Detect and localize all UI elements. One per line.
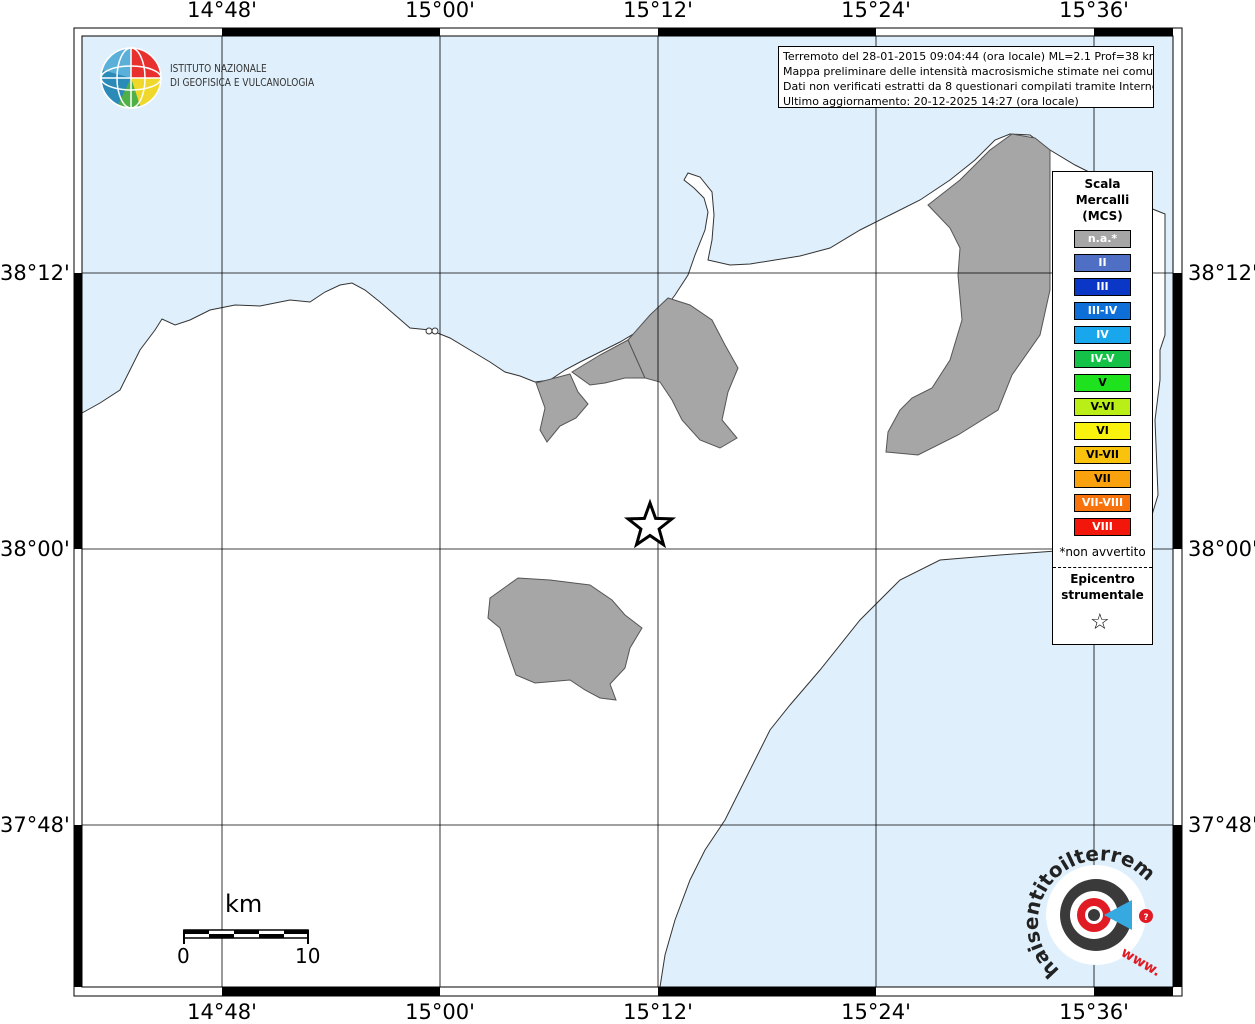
legend-swatch: III [1074, 278, 1131, 296]
info-line: Dati non verificati estratti da 8 questi… [783, 80, 1154, 93]
ingv-name: ISTITUTO NAZIONALE DI GEOFISICA E VULCAN… [170, 62, 314, 90]
info-line: Mappa preliminare delle intensità macros… [783, 65, 1154, 78]
lat-tick-left: 37°48' [0, 813, 70, 837]
lon-tick-top: 15°00' [405, 0, 475, 22]
legend-swatch: V-VI [1074, 398, 1131, 416]
lon-tick-bottom: 15°12' [623, 1000, 693, 1024]
lon-tick-bottom: 15°36' [1059, 1000, 1129, 1024]
legend-title-line: Mercalli [1075, 193, 1130, 207]
lat-tick-right: 37°48' [1188, 813, 1255, 837]
legend-epicenter-line: strumentale [1061, 588, 1144, 602]
legend-swatch: III-IV [1074, 302, 1131, 320]
map-canvas: ? haisentitoilterremoto.it www. 14°48' 1… [0, 0, 1255, 1024]
legend-swatch: II [1074, 254, 1131, 272]
scale-max: 10 [295, 944, 321, 968]
legend-title: Scala Mercalli (MCS) [1053, 176, 1152, 224]
mcs-legend: Scala Mercalli (MCS) n.a.* II III III-IV IV I… [1052, 171, 1153, 645]
info-line: Ultimo aggiornamento: 20-12-2025 14:27 (… [783, 95, 1079, 108]
legend-epicenter-label: Epicentro strumentale [1053, 571, 1152, 603]
legend-star-icon: ☆ [1090, 610, 1110, 635]
legend-title-line: (MCS) [1082, 209, 1123, 223]
ingv-name-line1: ISTITUTO NAZIONALE [170, 62, 267, 75]
legend-swatch: n.a.* [1074, 230, 1131, 248]
lon-tick-bottom: 15°00' [405, 1000, 475, 1024]
lon-tick-bottom: 15°24' [841, 1000, 911, 1024]
lon-tick-top: 15°36' [1059, 0, 1129, 22]
legend-swatch: VI-VII [1074, 446, 1131, 464]
scale-min: 0 [177, 944, 190, 968]
legend-swatch: VIII [1074, 518, 1131, 536]
islet [425, 327, 433, 335]
legend-divider [1053, 567, 1152, 568]
islet [431, 327, 439, 335]
lon-tick-top: 15°12' [623, 0, 693, 22]
lon-tick-top: 14°48' [187, 0, 257, 22]
ingv-logo-icon [100, 47, 162, 109]
lat-tick-left: 38°00' [0, 537, 70, 561]
lon-tick-bottom: 14°48' [187, 1000, 257, 1024]
lon-tick-top: 15°24' [841, 0, 911, 22]
legend-swatch: VII [1074, 470, 1131, 488]
lat-tick-right: 38°00' [1188, 537, 1255, 561]
ingv-name-line2: DI GEOFISICA E VULCANOLOGIA [170, 76, 315, 89]
lat-tick-right: 38°12' [1188, 261, 1255, 285]
legend-epicenter-line: Epicentro [1070, 572, 1135, 586]
info-line: Terremoto del 28-01-2015 09:04:44 (ora l… [783, 50, 1154, 63]
legend-swatch: VII-VIII [1074, 494, 1131, 512]
legend-note: *non avvertito [1059, 545, 1146, 559]
svg-text:?: ? [1143, 913, 1148, 923]
legend-swatch: IV-V [1074, 350, 1131, 368]
legend-swatch: IV [1074, 326, 1131, 344]
scale-unit: km [225, 890, 263, 918]
legend-title-line: Scala [1084, 177, 1121, 191]
lat-tick-left: 38°12' [0, 261, 70, 285]
legend-swatch: V [1074, 374, 1131, 392]
legend-swatch: VI [1074, 422, 1131, 440]
event-info-box: Terremoto del 28-01-2015 09:04:44 (ora l… [778, 46, 1154, 108]
